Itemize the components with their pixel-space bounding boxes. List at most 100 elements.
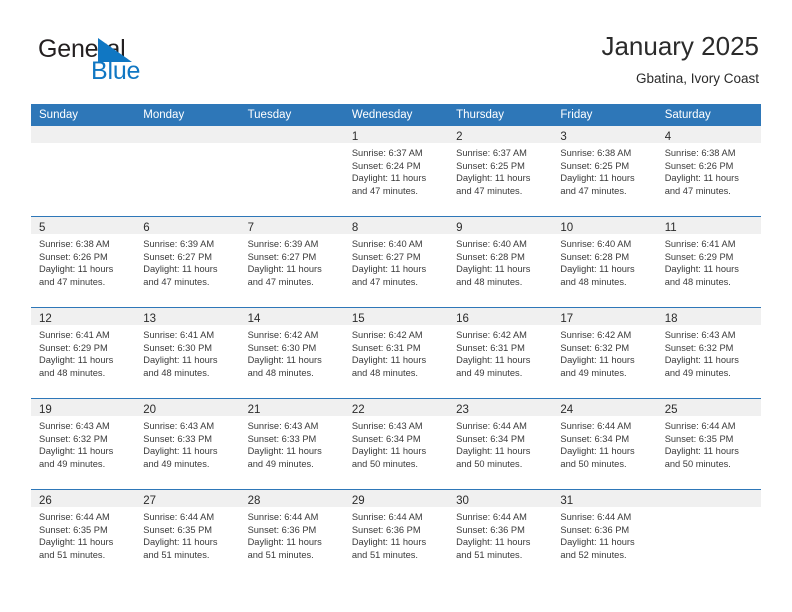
- day-number-band: 30: [448, 490, 553, 507]
- day-cell-inner: 4 Sunrise: 6:38 AM Sunset: 6:26 PM Daylight…: [656, 126, 761, 216]
- day-number-band: 6: [135, 217, 240, 234]
- calendar-day-cell[interactable]: 20 Sunrise: 6:43 AM Sunset: 6:33 PM Dayligh…: [135, 398, 240, 490]
- calendar-day-cell-empty: [135, 126, 240, 217]
- day-cell-inner: 6 Sunrise: 6:39 AM Sunset: 6:27 PM Daylight…: [135, 217, 240, 307]
- calendar-day-cell[interactable]: 6 Sunrise: 6:39 AM Sunset: 6:27 PM Daylight…: [135, 216, 240, 308]
- calendar-day-cell[interactable]: 28 Sunrise: 6:44 AM Sunset: 6:36 PM Dayligh…: [239, 489, 344, 580]
- day-number-band: 9: [448, 217, 553, 234]
- day-number: 17: [560, 313, 574, 325]
- calendar-day-cell[interactable]: 1 Sunrise: 6:37 AM Sunset: 6:24 PM Daylight…: [343, 126, 449, 217]
- sunset-text: Sunset: 6:30 PM: [143, 342, 213, 353]
- daylight-text-line1: Daylight: 11 hours: [560, 264, 635, 275]
- day-cell-inner: 19 Sunrise: 6:43 AM Sunset: 6:32 PM Dayligh…: [31, 399, 136, 489]
- calendar-day-cell[interactable]: 7 Sunrise: 6:39 AM Sunset: 6:27 PM Daylight…: [239, 216, 344, 308]
- sunrise-text: Sunrise: 6:41 AM: [664, 239, 736, 249]
- calendar-day-cell[interactable]: 19 Sunrise: 6:43 AM Sunset: 6:32 PM Dayligh…: [31, 398, 136, 490]
- day-number: 26: [39, 495, 52, 507]
- calendar-day-cell[interactable]: 23 Sunrise: 6:44 AM Sunset: 6:34 PM Dayligh…: [448, 398, 553, 490]
- day-number-band: 29: [343, 490, 449, 507]
- sunset-text: Sunset: 6:34 PM: [351, 433, 421, 444]
- day-cell-details: Sunrise: 6:44 AM Sunset: 6:35 PM Daylight:…: [31, 507, 135, 561]
- calendar-day-cell[interactable]: 15 Sunrise: 6:42 AM Sunset: 6:31 PM Dayligh…: [343, 307, 449, 399]
- daylight-text-line1: Daylight: 11 hours: [351, 173, 427, 184]
- calendar-day-cell[interactable]: 29 Sunrise: 6:44 AM Sunset: 6:36 PM Dayligh…: [343, 489, 449, 580]
- sunset-text: Sunset: 6:30 PM: [247, 342, 317, 353]
- day-number: 23: [456, 404, 469, 416]
- calendar-day-cell[interactable]: 2 Sunrise: 6:37 AM Sunset: 6:25 PM Daylight…: [448, 126, 553, 217]
- calendar-day-cell[interactable]: 14 Sunrise: 6:42 AM Sunset: 6:30 PM Dayligh…: [239, 307, 344, 399]
- daylight-text-line1: Daylight: 11 hours: [39, 446, 114, 457]
- calendar-day-cell[interactable]: 11 Sunrise: 6:41 AM Sunset: 6:29 PM Dayligh…: [656, 216, 761, 308]
- day-cell-inner: 14 Sunrise: 6:42 AM Sunset: 6:30 PM Dayligh…: [239, 308, 344, 398]
- calendar-day-cell[interactable]: 31 Sunrise: 6:44 AM Sunset: 6:36 PM Dayligh…: [552, 489, 657, 580]
- calendar-day-cell[interactable]: 4 Sunrise: 6:38 AM Sunset: 6:26 PM Daylight…: [656, 126, 761, 217]
- daylight-text-line2: and 48 minutes.: [664, 276, 731, 287]
- sunrise-text: Sunrise: 6:39 AM: [143, 239, 215, 249]
- daylight-text-line2: and 51 minutes.: [456, 549, 523, 560]
- calendar-day-cell[interactable]: 3 Sunrise: 6:38 AM Sunset: 6:25 PM Daylight…: [552, 126, 657, 217]
- daylight-text-line1: Daylight: 11 hours: [664, 355, 739, 366]
- calendar-day-cell[interactable]: 13 Sunrise: 6:41 AM Sunset: 6:30 PM Dayligh…: [135, 307, 240, 399]
- sunset-text: Sunset: 6:36 PM: [456, 524, 525, 535]
- weekday-header-wednesday: Wednesday: [343, 104, 449, 126]
- sunset-text: Sunset: 6:25 PM: [456, 160, 525, 171]
- daylight-text-line2: and 50 minutes.: [456, 458, 523, 469]
- day-number-band: [239, 126, 344, 143]
- daylight-text-line2: and 48 minutes.: [39, 367, 106, 378]
- sunrise-text: Sunrise: 6:43 AM: [247, 421, 319, 431]
- day-cell-inner: [656, 490, 761, 580]
- day-cell-details: Sunrise: 6:39 AM Sunset: 6:27 PM Daylight:…: [240, 234, 344, 288]
- day-cell-inner: 18 Sunrise: 6:43 AM Sunset: 6:32 PM Dayligh…: [656, 308, 761, 398]
- day-number-band: 14: [239, 308, 344, 325]
- calendar-day-cell[interactable]: 9 Sunrise: 6:40 AM Sunset: 6:28 PM Daylight…: [448, 216, 553, 308]
- day-cell-inner: 15 Sunrise: 6:42 AM Sunset: 6:31 PM Dayligh…: [343, 308, 449, 398]
- day-number: 15: [351, 313, 365, 325]
- day-number-band: 2: [448, 126, 553, 143]
- calendar-day-cell[interactable]: 8 Sunrise: 6:40 AM Sunset: 6:27 PM Daylight…: [343, 216, 449, 308]
- day-number-band: [135, 126, 240, 143]
- day-number-band: 13: [135, 308, 240, 325]
- sunrise-text: Sunrise: 6:41 AM: [39, 330, 110, 340]
- day-number: 24: [560, 404, 574, 416]
- page-title: January 2025: [601, 31, 759, 61]
- calendar-day-cell[interactable]: 26 Sunrise: 6:44 AM Sunset: 6:35 PM Dayligh…: [31, 489, 136, 580]
- day-cell-inner: [135, 126, 240, 216]
- daylight-text-line1: Daylight: 11 hours: [456, 173, 531, 184]
- day-cell-inner: 20 Sunrise: 6:43 AM Sunset: 6:33 PM Dayligh…: [135, 399, 240, 489]
- daylight-text-line1: Daylight: 11 hours: [664, 446, 739, 457]
- calendar-day-cell[interactable]: 18 Sunrise: 6:43 AM Sunset: 6:32 PM Dayligh…: [656, 307, 761, 399]
- day-number-band: 28: [239, 490, 344, 507]
- calendar-day-cell[interactable]: 22 Sunrise: 6:43 AM Sunset: 6:34 PM Dayligh…: [343, 398, 449, 490]
- calendar-day-cell[interactable]: 17 Sunrise: 6:42 AM Sunset: 6:32 PM Dayligh…: [552, 307, 657, 399]
- day-number: 6: [143, 222, 150, 234]
- sunset-text: Sunset: 6:36 PM: [560, 524, 630, 535]
- day-cell-inner: 17 Sunrise: 6:42 AM Sunset: 6:32 PM Dayligh…: [552, 308, 657, 398]
- calendar-day-cell[interactable]: 12 Sunrise: 6:41 AM Sunset: 6:29 PM Dayligh…: [31, 307, 136, 399]
- day-cell-details: Sunrise: 6:41 AM Sunset: 6:30 PM Daylight:…: [135, 325, 239, 379]
- sunset-text: Sunset: 6:35 PM: [664, 433, 734, 444]
- sunset-text: Sunset: 6:35 PM: [143, 524, 213, 535]
- day-number: 3: [560, 131, 567, 143]
- sunset-text: Sunset: 6:31 PM: [351, 342, 421, 353]
- sunset-text: Sunset: 6:36 PM: [247, 524, 317, 535]
- calendar-day-cell[interactable]: 25 Sunrise: 6:44 AM Sunset: 6:35 PM Dayligh…: [656, 398, 761, 490]
- day-cell-inner: 21 Sunrise: 6:43 AM Sunset: 6:33 PM Dayligh…: [239, 399, 344, 489]
- daylight-text-line1: Daylight: 11 hours: [247, 355, 322, 366]
- sunrise-text: Sunrise: 6:43 AM: [664, 330, 736, 340]
- calendar-body: 1 Sunrise: 6:37 AM Sunset: 6:24 PM Daylight…: [31, 126, 761, 580]
- calendar-day-cell[interactable]: 30 Sunrise: 6:44 AM Sunset: 6:36 PM Dayligh…: [448, 489, 553, 580]
- day-cell-inner: 1 Sunrise: 6:37 AM Sunset: 6:24 PM Daylight…: [343, 126, 449, 216]
- day-cell-details: Sunrise: 6:44 AM Sunset: 6:35 PM Daylight:…: [657, 416, 761, 470]
- sunset-text: Sunset: 6:34 PM: [456, 433, 525, 444]
- calendar-day-cell[interactable]: 27 Sunrise: 6:44 AM Sunset: 6:35 PM Dayligh…: [135, 489, 240, 580]
- brand-logo[interactable]: General Blue: [38, 36, 258, 92]
- day-cell-details: Sunrise: 6:43 AM Sunset: 6:32 PM Daylight:…: [657, 325, 761, 379]
- day-cell-inner: 7 Sunrise: 6:39 AM Sunset: 6:27 PM Daylight…: [239, 217, 344, 307]
- day-number-band: 3: [552, 126, 657, 143]
- calendar-day-cell[interactable]: 10 Sunrise: 6:40 AM Sunset: 6:28 PM Dayligh…: [552, 216, 657, 308]
- calendar-day-cell[interactable]: 16 Sunrise: 6:42 AM Sunset: 6:31 PM Dayligh…: [448, 307, 553, 399]
- calendar-day-cell[interactable]: 24 Sunrise: 6:44 AM Sunset: 6:34 PM Dayligh…: [552, 398, 657, 490]
- calendar-day-cell[interactable]: 21 Sunrise: 6:43 AM Sunset: 6:33 PM Dayligh…: [239, 398, 344, 490]
- daylight-text-line2: and 50 minutes.: [560, 458, 627, 469]
- calendar-day-cell[interactable]: 5 Sunrise: 6:38 AM Sunset: 6:26 PM Daylight…: [31, 216, 136, 308]
